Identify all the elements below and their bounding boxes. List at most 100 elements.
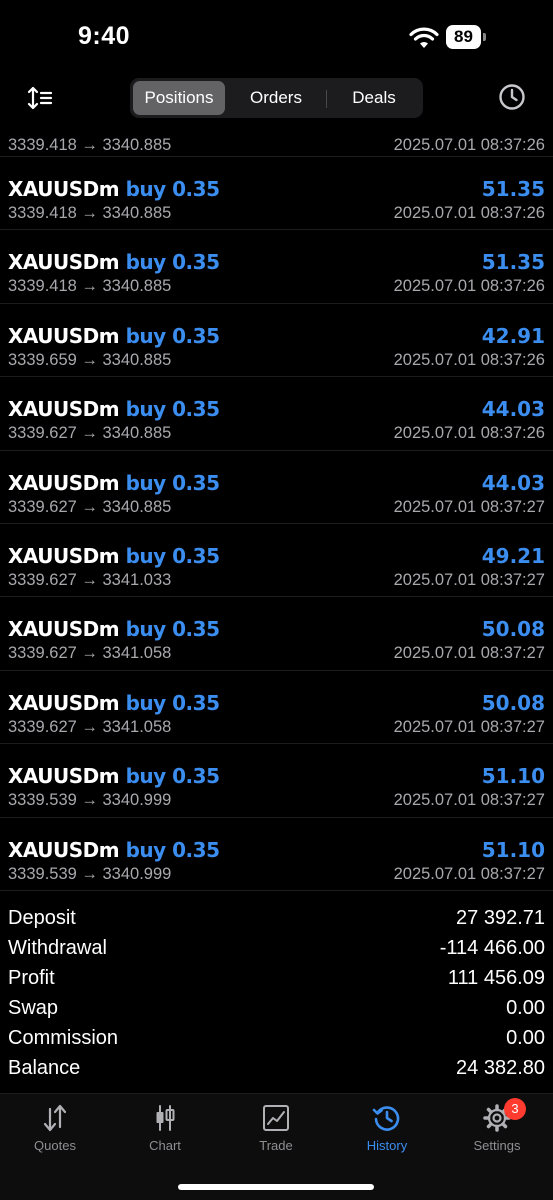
deal-symbol: XAUUSDm (8, 764, 120, 789)
deal-time: 2025.07.01 08:37:27 (393, 864, 545, 883)
list-item[interactable]: XAUUSDm buy 0.35 50.08 3339.627 → 3341.0… (0, 671, 553, 745)
price-range: 3339.418 → 3340.885 (8, 277, 172, 296)
tab-label: Quotes (34, 1138, 76, 1153)
deal-time: 2025.07.01 08:37:26 (393, 136, 545, 154)
history-clock-icon (372, 1106, 400, 1131)
battery-icon: 89 (446, 25, 486, 49)
summary-value: 0.00 (506, 997, 545, 1019)
tab-label: Chart (149, 1138, 181, 1153)
status-bar: 9:40 89 (0, 0, 553, 76)
deal-time: 2025.07.01 08:37:27 (393, 497, 545, 516)
deal-side: buy 0.35 (125, 250, 220, 275)
trade-chart-icon (263, 1105, 289, 1131)
deal-time: 2025.07.01 08:37:27 (393, 644, 545, 663)
deal-symbol: XAUUSDm (8, 250, 120, 275)
price-range: 3339.627 → 3340.885 (8, 424, 172, 443)
deal-profit: 44.03 (481, 470, 545, 495)
summary-value: 111 456.09 (447, 967, 545, 989)
list-item[interactable]: XAUUSDm buy 0.35 51.35 3339.418 → 3340.8… (0, 230, 553, 304)
list-item[interactable]: XAUUSDm buy 0.35 49.21 3339.627 → 3341.0… (0, 524, 553, 598)
tab-deals[interactable]: Deals (328, 81, 420, 115)
summary-label: Withdrawal (8, 937, 107, 959)
price-range: 3339.627 → 3340.885 (8, 497, 172, 516)
summary-row-profit: Profit 111 456.09 (0, 963, 553, 993)
wifi-icon (409, 27, 439, 48)
summary-row-swap: Swap 0.00 (0, 993, 553, 1023)
tab-orders[interactable]: Orders (228, 81, 324, 115)
tab-quotes[interactable]: Quotes (0, 1104, 110, 1164)
list-item[interactable]: XAUUSDm buy 0.35 44.03 3339.627 → 3340.8… (0, 377, 553, 451)
summary-label: Commission (8, 1027, 119, 1049)
tab-label: Settings (473, 1138, 521, 1153)
price-range: 3339.418 → 3340.885 (8, 204, 172, 222)
deal-symbol: XAUUSDm (8, 617, 120, 642)
deal-profit: 51.10 (481, 837, 545, 862)
summary-value: 27 392.71 (456, 907, 545, 929)
segment-divider (326, 90, 327, 108)
list-item[interactable]: 3339.418 → 3340.885 2025.07.01 08:37:26 (0, 122, 553, 157)
deal-time: 2025.07.01 08:37:27 (393, 791, 545, 810)
notification-badge: 3 (504, 1098, 526, 1120)
deal-side: buy 0.35 (125, 470, 220, 495)
tab-bar: Quotes Chart Trade History 3 Settings (0, 1093, 553, 1200)
list-item[interactable]: XAUUSDm buy 0.35 51.35 3339.418 → 3340.8… (0, 157, 553, 231)
tab-label: History (366, 1138, 408, 1153)
deal-profit: 51.35 (481, 177, 545, 201)
deal-side: buy 0.35 (125, 837, 220, 862)
price-range: 3339.659 → 3340.885 (8, 350, 172, 369)
price-range: 3339.627 → 3341.033 (8, 571, 172, 589)
deal-symbol: XAUUSDm (8, 397, 120, 422)
list-item[interactable]: XAUUSDm buy 0.35 42.91 3339.659 → 3340.8… (0, 304, 553, 378)
summary-value: -114 466.00 (439, 937, 545, 959)
summary-value: 0.00 (506, 1027, 545, 1049)
list-item[interactable]: XAUUSDm buy 0.35 51.10 3339.539 → 3340.9… (0, 744, 553, 818)
tab-settings[interactable]: 3 Settings (442, 1098, 552, 1164)
deal-symbol: XAUUSDm (8, 177, 120, 201)
deal-time: 2025.07.01 08:37:26 (393, 350, 545, 369)
price-range: 3339.627 → 3341.058 (8, 644, 172, 663)
deal-time: 2025.07.01 08:37:26 (393, 277, 545, 296)
tab-positions[interactable]: Positions (133, 81, 225, 115)
list-item[interactable]: XAUUSDm buy 0.35 51.10 3339.539 → 3340.9… (0, 818, 553, 891)
summary-label: Profit (8, 967, 55, 989)
deal-profit: 51.10 (481, 764, 545, 789)
summary-label: Balance (8, 1057, 81, 1079)
price-range: 3339.418 → 3340.885 (8, 136, 172, 154)
deal-side: buy 0.35 (125, 397, 220, 422)
battery-level: 89 (446, 25, 481, 49)
sort-icon[interactable] (26, 85, 54, 111)
deal-side: buy 0.35 (125, 617, 220, 642)
tab-chart[interactable]: Chart (110, 1104, 220, 1164)
quotes-arrows-icon (43, 1104, 67, 1132)
account-summary: Deposit 27 392.71 Withdrawal -114 466.00… (0, 903, 553, 1083)
price-range: 3339.627 → 3341.058 (8, 717, 172, 736)
clock-icon[interactable] (498, 83, 526, 111)
deals-list[interactable]: 3339.418 → 3340.885 2025.07.01 08:37:26 … (0, 122, 553, 899)
summary-row-balance: Balance 24 382.80 (0, 1053, 553, 1083)
deal-profit: 51.35 (481, 250, 545, 275)
deal-profit: 44.03 (481, 397, 545, 422)
summary-row-deposit: Deposit 27 392.71 (0, 903, 553, 933)
tab-history[interactable]: History (332, 1104, 442, 1164)
deal-symbol: XAUUSDm (8, 837, 120, 862)
deal-time: 2025.07.01 08:37:26 (393, 424, 545, 443)
list-item[interactable]: XAUUSDm buy 0.35 44.03 3339.627 → 3340.8… (0, 451, 553, 524)
deal-profit: 49.21 (481, 544, 545, 568)
deal-side: buy 0.35 (125, 690, 220, 715)
deal-profit: 50.08 (481, 617, 545, 642)
home-indicator (178, 1184, 374, 1190)
tab-label: Trade (259, 1138, 293, 1153)
deal-side: buy 0.35 (125, 177, 220, 201)
summary-row-commission: Commission 0.00 (0, 1023, 553, 1053)
deal-time: 2025.07.01 08:37:27 (393, 571, 545, 589)
deal-symbol: XAUUSDm (8, 323, 120, 348)
list-item[interactable]: XAUUSDm buy 0.35 50.08 3339.627 → 3341.0… (0, 597, 553, 671)
tab-trade[interactable]: Trade (221, 1104, 331, 1164)
candlestick-icon (156, 1105, 175, 1131)
toolbar: Positions Orders Deals (0, 76, 553, 122)
summary-label: Swap (8, 997, 59, 1019)
segmented-control: Positions Orders Deals (130, 78, 423, 118)
deal-profit: 42.91 (481, 323, 545, 348)
summary-row-withdrawal: Withdrawal -114 466.00 (0, 933, 553, 963)
deal-side: buy 0.35 (125, 544, 220, 568)
